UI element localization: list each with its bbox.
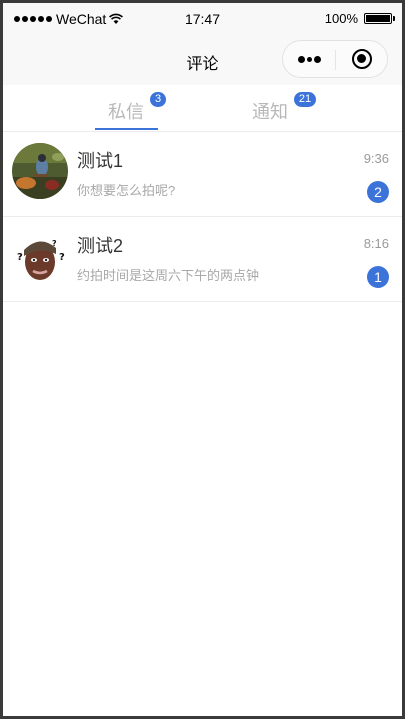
mini-program-capsule (282, 40, 388, 78)
tab-label: 通知 (252, 102, 288, 122)
contact-name: 测试1 (77, 151, 124, 171)
tab-label: 私信 (108, 102, 144, 122)
active-tab-indicator (95, 128, 158, 130)
list-item[interactable]: 测试1 9:36 你想要怎么拍呢? 2 (3, 132, 402, 217)
confused-man-photo-icon: ? ? ? (12, 228, 68, 284)
list-item[interactable]: ? ? ? 测试2 8:16 约拍时间是这周六下午的两点钟 1 (3, 217, 402, 302)
unread-badge: 1 (367, 266, 389, 288)
target-circle-icon (352, 49, 372, 69)
message-preview: 约拍时间是这周六下午的两点钟 (77, 268, 260, 283)
tab-bar: 私信 3 通知 21 (3, 85, 402, 132)
tab-badge: 21 (294, 92, 316, 107)
battery-info: 100% (324, 11, 395, 26)
svg-text:?: ? (59, 252, 65, 263)
message-time: 8:16 (363, 236, 389, 251)
tab-notifications[interactable]: 通知 21 (239, 85, 319, 131)
nav-bar: 评论 (3, 35, 402, 85)
phone-screen: WeChat 17:47 100% 评论 私信 3 通知 21 测试1 9:36… (3, 3, 402, 716)
status-bar: WeChat 17:47 100% (3, 3, 402, 35)
more-button[interactable] (283, 41, 335, 77)
more-dots-icon (297, 55, 305, 63)
message-list: 测试1 9:36 你想要怎么拍呢? 2 ? ? ? 测试2 8:16 约拍时间是… (3, 132, 402, 302)
message-time: 9:36 (363, 151, 389, 166)
avatar: ? ? ? (12, 228, 68, 284)
battery-percent: 100% (324, 11, 358, 26)
svg-text:?: ? (17, 252, 23, 263)
svg-text:?: ? (52, 239, 57, 248)
battery-icon (364, 13, 395, 24)
bird-photo-icon (12, 143, 68, 199)
message-preview: 你想要怎么拍呢? (77, 183, 176, 198)
unread-badge: 2 (367, 181, 389, 203)
contact-name: 测试2 (77, 236, 124, 256)
avatar (12, 143, 68, 199)
close-button[interactable] (336, 41, 388, 77)
tab-private-messages[interactable]: 私信 3 (95, 85, 166, 131)
tab-badge: 3 (150, 92, 166, 107)
